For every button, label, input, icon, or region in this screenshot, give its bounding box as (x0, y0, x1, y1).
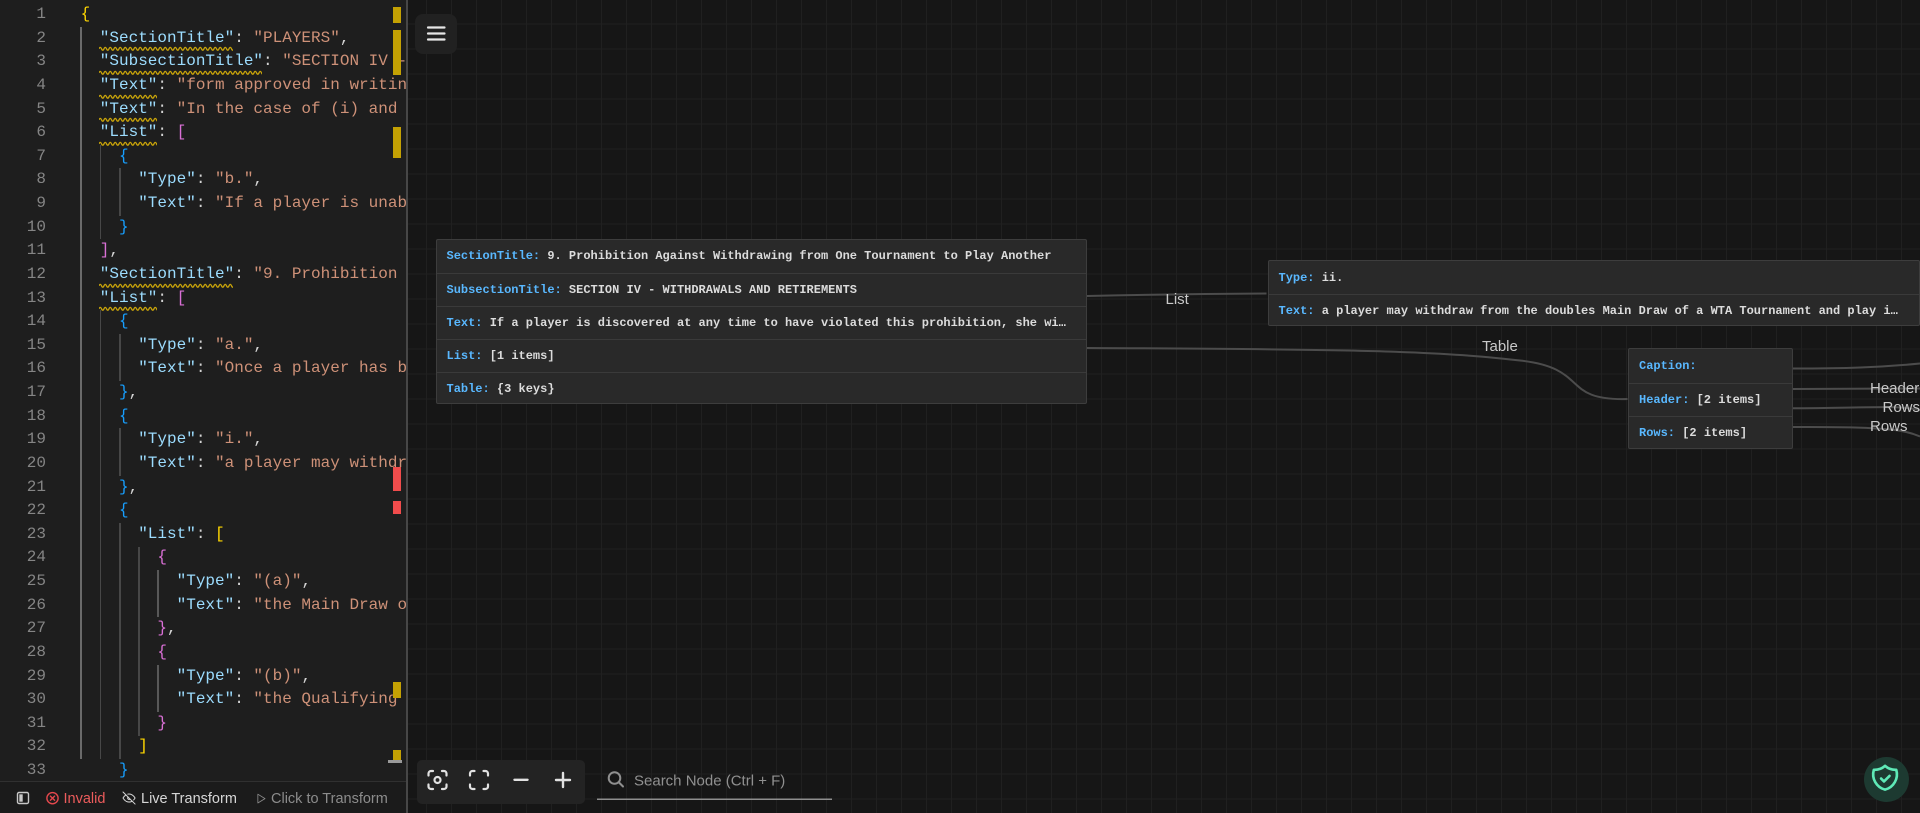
svg-text:Click to Transform: Click to Transform (271, 791, 388, 807)
svg-text:Live Transform: Live Transform (141, 791, 237, 807)
svg-text:Invalid: Invalid (64, 791, 106, 807)
